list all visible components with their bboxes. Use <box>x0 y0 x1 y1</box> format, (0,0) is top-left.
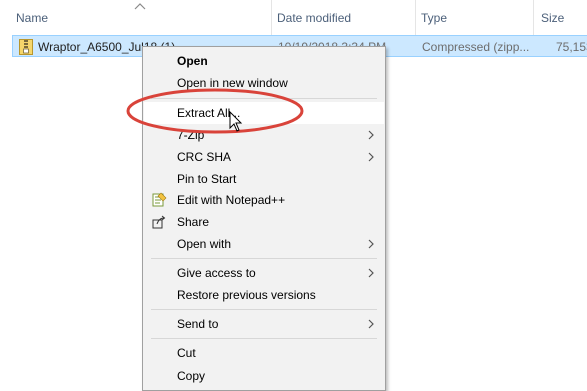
chevron-right-icon <box>368 152 374 162</box>
menu-item-label: Cut <box>177 346 196 360</box>
column-type[interactable]: Type <box>421 11 447 25</box>
menu-item-label: Restore previous versions <box>177 288 316 302</box>
menu-separator <box>151 309 377 310</box>
menu-item-label: 7-Zip <box>177 128 205 142</box>
menu-item-label: Open with <box>177 237 232 251</box>
menu-item-label: Open in new window <box>177 76 288 90</box>
menu-item-cut[interactable]: Cut <box>144 342 384 364</box>
menu-item-open[interactable]: Open <box>144 50 384 72</box>
menu-item-send-to[interactable]: Send to <box>144 313 384 335</box>
menu-item-label: Share <box>177 215 210 229</box>
menu-separator <box>151 258 377 259</box>
menu-item-extract-all[interactable]: Extract All... <box>144 102 384 124</box>
menu-item-edit-notepad[interactable]: Edit with Notepad++ <box>144 189 384 211</box>
sort-ascending-icon <box>134 3 146 10</box>
menu-item-label: Open <box>177 54 208 68</box>
chevron-right-icon <box>368 268 374 278</box>
context-menu: Open Open in new window Extract All... 7… <box>142 46 386 391</box>
menu-item-restore-versions[interactable]: Restore previous versions <box>144 284 384 306</box>
notepad-plus-plus-icon <box>152 192 167 207</box>
column-header-bar: Name Date modified Type Size <box>0 0 587 36</box>
menu-item-share[interactable]: Share <box>144 211 384 233</box>
menu-item-7zip[interactable]: 7-Zip <box>144 124 384 146</box>
menu-item-label: Send to <box>177 317 219 331</box>
column-size[interactable]: Size <box>541 11 564 25</box>
share-icon <box>152 215 166 229</box>
column-divider[interactable] <box>415 0 416 36</box>
menu-item-open-with[interactable]: Open with <box>144 233 384 255</box>
menu-item-give-access[interactable]: Give access to <box>144 262 384 284</box>
file-type: Compressed (zipp... <box>422 40 530 54</box>
menu-item-open-new-window[interactable]: Open in new window <box>144 72 384 94</box>
menu-item-label: Pin to Start <box>177 172 237 186</box>
menu-item-pin-to-start[interactable]: Pin to Start <box>144 168 384 190</box>
menu-item-label: Give access to <box>177 266 256 280</box>
column-date-modified[interactable]: Date modified <box>277 11 351 25</box>
chevron-right-icon <box>368 319 374 329</box>
chevron-right-icon <box>368 130 374 140</box>
menu-item-label: CRC SHA <box>177 150 232 164</box>
zip-folder-icon <box>19 39 33 55</box>
menu-item-label: Edit with Notepad++ <box>177 193 286 207</box>
chevron-right-icon <box>368 239 374 249</box>
column-name[interactable]: Name <box>16 11 48 25</box>
menu-separator <box>151 98 377 99</box>
column-divider[interactable] <box>271 0 272 36</box>
file-size: 75,153 <box>556 40 587 54</box>
column-divider[interactable] <box>533 0 534 36</box>
menu-item-label: Copy <box>177 369 206 383</box>
menu-item-crc-sha[interactable]: CRC SHA <box>144 146 384 168</box>
mouse-pointer-icon <box>229 111 243 132</box>
menu-separator <box>151 338 377 339</box>
